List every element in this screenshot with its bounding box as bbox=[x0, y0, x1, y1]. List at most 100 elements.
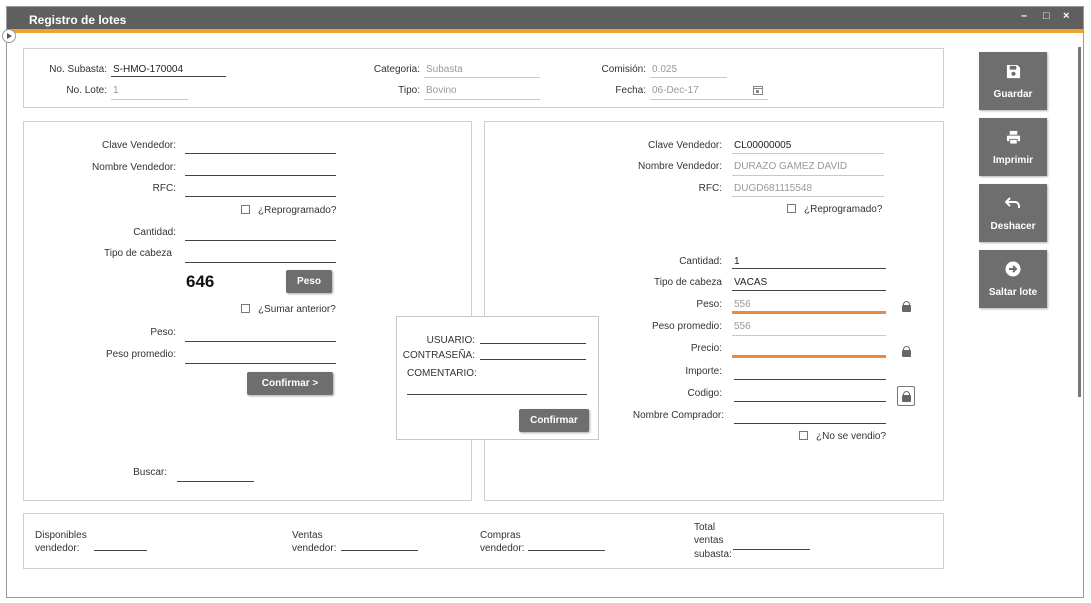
no-lote-field[interactable] bbox=[111, 99, 188, 100]
left-clave-vendedor-field[interactable] bbox=[185, 153, 336, 154]
no-subasta-label: No. Subasta: bbox=[49, 64, 107, 75]
left-nombre-vendedor-field[interactable] bbox=[185, 175, 336, 176]
left-rfc-label: RFC: bbox=[152, 183, 176, 194]
right-clave-vendedor-field[interactable] bbox=[732, 153, 884, 154]
nombre-comprador-field[interactable] bbox=[734, 423, 886, 424]
tipo-field[interactable] bbox=[424, 99, 540, 100]
importe-field[interactable] bbox=[734, 379, 886, 380]
disponibles-label-2: vendedor: bbox=[35, 543, 80, 554]
right-nombre-vendedor-field[interactable] bbox=[732, 175, 884, 176]
saltar-lote-label: Saltar lote bbox=[988, 287, 1038, 298]
left-cantidad-field[interactable] bbox=[185, 240, 336, 241]
right-peso-promedio-value: 556 bbox=[734, 321, 751, 332]
left-reprogramado-label: ¿Reprogramado? bbox=[258, 205, 337, 216]
left-tipo-cabeza-field[interactable] bbox=[185, 262, 336, 263]
right-clave-vendedor-label: Clave Vendedor: bbox=[648, 140, 722, 151]
compras-label-2: vendedor: bbox=[480, 543, 525, 554]
left-clave-vendedor-label: Clave Vendedor: bbox=[102, 140, 176, 151]
left-confirmar-button[interactable]: Confirmar > bbox=[247, 372, 333, 395]
right-peso-promedio-field[interactable] bbox=[732, 335, 886, 336]
contrasena-field[interactable] bbox=[480, 359, 586, 360]
arrow-circle-right-icon bbox=[1005, 261, 1021, 277]
total-field bbox=[733, 549, 810, 550]
precio-field[interactable] bbox=[732, 355, 886, 358]
minimize-button[interactable]: – bbox=[1021, 10, 1027, 22]
no-se-vendio-checkbox[interactable] bbox=[799, 431, 808, 440]
peso-button[interactable]: Peso bbox=[286, 270, 332, 293]
compras-field bbox=[528, 550, 605, 551]
right-tipo-cabeza-value: VACAS bbox=[734, 277, 768, 288]
imprimir-button[interactable]: Imprimir bbox=[979, 118, 1047, 176]
ventas-field bbox=[341, 550, 418, 551]
saltar-lote-button[interactable]: Saltar lote bbox=[979, 250, 1047, 308]
codigo-lock-button[interactable] bbox=[897, 386, 915, 406]
guardar-label: Guardar bbox=[993, 89, 1033, 100]
no-se-vendio-label: ¿No se vendio? bbox=[816, 431, 887, 442]
print-icon bbox=[1006, 130, 1020, 145]
importe-label: Importe: bbox=[685, 366, 722, 377]
save-icon bbox=[1006, 64, 1020, 78]
codigo-lock-icon bbox=[902, 391, 911, 402]
tipo-value: Bovino bbox=[426, 85, 457, 96]
title-bar: Registro de lotes – □ × bbox=[7, 7, 1083, 33]
calendar-icon[interactable] bbox=[753, 85, 763, 95]
maximize-button[interactable]: □ bbox=[1043, 10, 1050, 22]
comentario-field[interactable] bbox=[407, 394, 587, 395]
expand-arrow-icon[interactable] bbox=[2, 29, 16, 43]
left-peso-field[interactable] bbox=[185, 341, 336, 342]
comision-label: Comisión: bbox=[601, 64, 646, 75]
left-peso-promedio-field[interactable] bbox=[185, 363, 336, 364]
right-tipo-cabeza-field[interactable] bbox=[732, 290, 886, 291]
usuario-label: USUARIO: bbox=[426, 335, 475, 346]
usuario-field[interactable] bbox=[480, 343, 586, 344]
ventas-label-1: Ventas bbox=[292, 530, 323, 541]
deshacer-label: Deshacer bbox=[990, 221, 1036, 232]
sumar-anterior-checkbox[interactable] bbox=[241, 304, 250, 313]
precio-label: Precio: bbox=[690, 343, 722, 354]
buscar-field[interactable] bbox=[177, 481, 254, 482]
right-peso-promedio-label: Peso promedio: bbox=[651, 321, 722, 332]
fecha-value: 06-Dec-17 bbox=[652, 85, 699, 96]
right-peso-field[interactable] bbox=[732, 311, 886, 314]
right-clave-vendedor-value: CL00000005 bbox=[734, 140, 792, 151]
undo-icon bbox=[1005, 197, 1020, 208]
total-label-3: subasta: bbox=[694, 549, 732, 560]
auth-popup: USUARIO: CONTRASEÑA: COMENTARIO: Confirm… bbox=[396, 316, 599, 440]
vertical-scrollbar[interactable] bbox=[1078, 47, 1081, 397]
no-lote-label: No. Lote: bbox=[66, 85, 107, 96]
right-reprogramado-label: ¿Reprogramado? bbox=[804, 204, 883, 215]
left-peso-label: Peso: bbox=[150, 327, 176, 338]
right-peso-label: Peso: bbox=[696, 299, 722, 310]
precio-lock-icon[interactable] bbox=[902, 346, 911, 357]
categoria-field[interactable] bbox=[424, 77, 540, 78]
total-label-2: ventas bbox=[694, 535, 724, 546]
right-tipo-cabeza-label: Tipo de cabeza bbox=[653, 277, 722, 288]
guardar-button[interactable]: Guardar bbox=[979, 52, 1047, 110]
right-nombre-vendedor-value: DURAZO GAMEZ DAVID bbox=[734, 161, 848, 172]
sumar-anterior-label: ¿Sumar anterior? bbox=[258, 304, 336, 315]
no-subasta-value: S-HMO-170004 bbox=[113, 64, 184, 75]
right-rfc-field[interactable] bbox=[732, 196, 884, 197]
close-button[interactable]: × bbox=[1063, 10, 1069, 22]
left-reprogramado-checkbox[interactable] bbox=[241, 205, 250, 214]
no-subasta-field[interactable] bbox=[111, 76, 226, 77]
left-rfc-field[interactable] bbox=[185, 196, 336, 197]
comision-field[interactable] bbox=[650, 77, 727, 78]
left-tipo-cabeza-label: Tipo de cabeza bbox=[103, 248, 172, 259]
tipo-label: Tipo: bbox=[398, 85, 420, 96]
categoria-value: Subasta bbox=[426, 64, 463, 75]
total-label-1: Total bbox=[694, 522, 716, 533]
popup-confirmar-button[interactable]: Confirmar bbox=[519, 409, 589, 432]
right-cantidad-value: 1 bbox=[734, 256, 740, 267]
fecha-field[interactable] bbox=[650, 99, 768, 100]
right-nombre-vendedor-label: Nombre Vendedor: bbox=[638, 161, 722, 172]
right-cantidad-label: Cantidad: bbox=[679, 256, 722, 267]
deshacer-button[interactable]: Deshacer bbox=[979, 184, 1047, 242]
ventas-label-2: vendedor: bbox=[292, 543, 337, 554]
codigo-label: Codigo: bbox=[687, 388, 722, 399]
right-reprogramado-checkbox[interactable] bbox=[787, 204, 796, 213]
left-cantidad-label: Cantidad: bbox=[133, 227, 176, 238]
peso-lock-icon[interactable] bbox=[902, 301, 911, 312]
right-cantidad-field[interactable] bbox=[732, 268, 886, 269]
codigo-field[interactable] bbox=[734, 401, 886, 402]
